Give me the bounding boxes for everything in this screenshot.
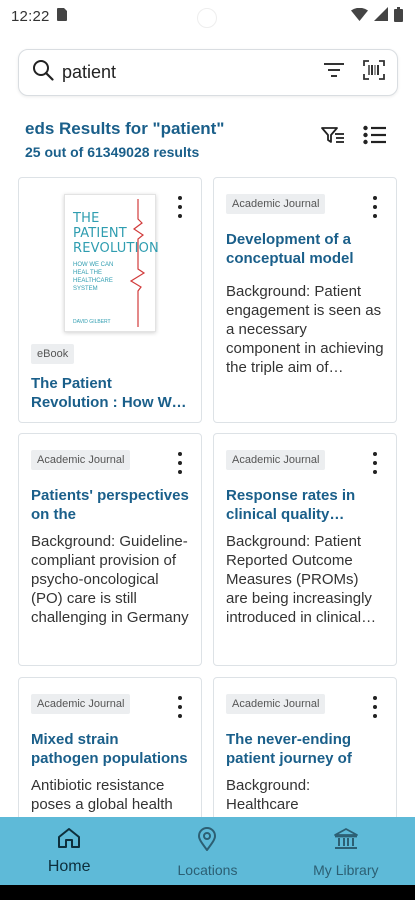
filter-icon[interactable]: [321, 126, 345, 149]
result-title[interactable]: Development of a conceptual model: [226, 230, 384, 268]
more-options-icon[interactable]: [366, 696, 384, 718]
signal-icon: [374, 7, 388, 25]
book-cover-image: THE PATIENT REVOLUTION HOW WE CAN HEAL T…: [64, 194, 159, 332]
type-badge: eBook: [31, 344, 75, 364]
battery-icon: [394, 6, 403, 26]
barcode-scan-icon[interactable]: [363, 60, 385, 85]
result-title[interactable]: The never-ending patient journey of: [226, 730, 384, 768]
status-time: 12:22: [11, 7, 50, 25]
result-card[interactable]: Academic Journal Patients' perspectives …: [18, 433, 202, 666]
book-cover-subtitle: HOW WE CAN HEAL THE HEALTHCARE SYSTEM: [73, 262, 114, 292]
more-options-icon[interactable]: [171, 196, 189, 218]
type-badge: Academic Journal: [226, 194, 326, 214]
result-snippet: Background: Guideline-compliant provisio…: [31, 533, 189, 626]
camera-cutout: [197, 8, 217, 28]
search-bar[interactable]: [18, 49, 398, 96]
home-icon: [57, 827, 81, 854]
bottom-navigation: Home Locations My Library: [0, 817, 415, 885]
nav-home[interactable]: Home: [0, 817, 138, 885]
search-icon[interactable]: [32, 59, 54, 86]
system-navigation-bar: [0, 885, 415, 900]
more-options-icon[interactable]: [366, 196, 384, 218]
type-badge: Academic Journal: [31, 694, 131, 714]
result-card[interactable]: THE PATIENT REVOLUTION HOW WE CAN HEAL T…: [18, 177, 202, 423]
nav-my-library[interactable]: My Library: [277, 817, 415, 885]
type-badge: Academic Journal: [226, 450, 326, 470]
result-title[interactable]: Patients' perspectives on the: [31, 486, 189, 524]
location-pin-icon: [197, 827, 217, 856]
nav-locations[interactable]: Locations: [138, 817, 276, 885]
nav-locations-label: Locations: [177, 862, 238, 878]
result-title[interactable]: Mixed strain pathogen populations: [31, 730, 189, 768]
list-view-icon[interactable]: [363, 125, 387, 150]
nav-home-label: Home: [47, 858, 91, 875]
more-options-icon[interactable]: [171, 696, 189, 718]
result-card[interactable]: Academic Journal Development of a concep…: [213, 177, 397, 423]
nav-my-library-label: My Library: [313, 862, 379, 878]
result-title[interactable]: Response rates in clinical quality regis…: [226, 486, 384, 524]
filter-lines-icon[interactable]: [323, 61, 345, 84]
result-title[interactable]: The Patient Revolution : How We Can Heal…: [31, 374, 189, 412]
status-bar: 12:22: [0, 0, 415, 32]
result-card[interactable]: Academic Journal The never-ending patien…: [213, 677, 397, 837]
wifi-icon: [351, 7, 368, 25]
search-input[interactable]: [62, 62, 302, 83]
library-icon: [333, 827, 359, 856]
sim-card-icon: [56, 7, 67, 25]
result-snippet: Background: Patient Reported Outcome Mea…: [226, 533, 372, 626]
result-card[interactable]: Academic Journal Mixed strain pathogen p…: [18, 677, 202, 837]
more-options-icon[interactable]: [171, 452, 189, 474]
result-snippet: Background: Patient engagement is seen a…: [226, 283, 384, 376]
type-badge: Academic Journal: [226, 694, 326, 714]
type-badge: Academic Journal: [31, 450, 131, 470]
result-card[interactable]: Academic Journal Response rates in clini…: [213, 433, 397, 666]
heartbeat-line-icon: [129, 199, 146, 327]
book-cover-author: DAVID GILBERT: [73, 319, 111, 325]
more-options-icon[interactable]: [366, 452, 384, 474]
results-header: eds Results for "patient" 25 out of 6134…: [25, 119, 395, 164]
